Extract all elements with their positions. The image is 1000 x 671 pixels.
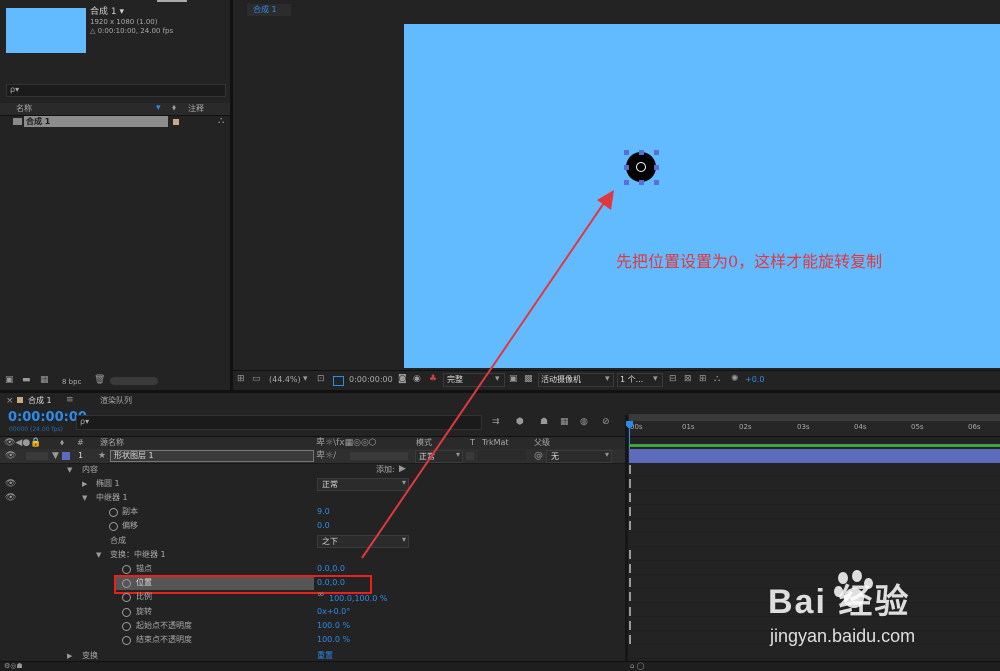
baidu-watermark: Bai 经验 jingyan.baidu.com bbox=[760, 570, 1000, 650]
baidu-url: jingyan.baidu.com bbox=[770, 626, 916, 646]
baidu-brand: Bai 经验 bbox=[768, 583, 911, 621]
